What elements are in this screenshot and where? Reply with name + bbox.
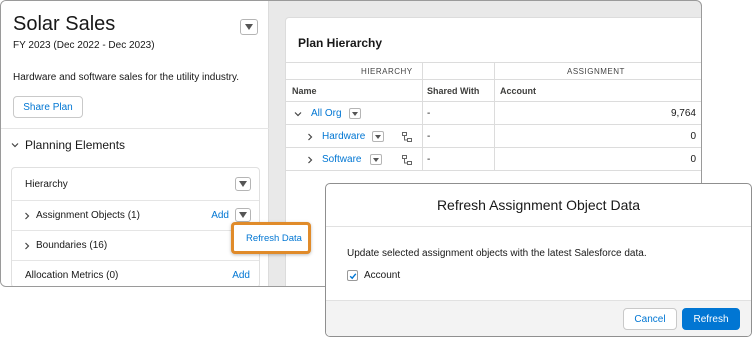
account-value: 9,764 [670, 108, 696, 119]
hierarchy-icon[interactable] [402, 155, 412, 165]
plan-hierarchy-title: Plan Hierarchy [298, 36, 383, 50]
chevron-right-icon[interactable] [306, 133, 314, 141]
add-assignment-object-link[interactable]: Add [211, 210, 229, 221]
page-title: Solar Sales [13, 13, 116, 35]
shared-with-value: - [427, 154, 431, 165]
assignment-objects-menu-button[interactable] [235, 208, 251, 222]
row-menu-button[interactable] [349, 108, 361, 119]
account-checkbox-row[interactable]: Account [347, 270, 400, 281]
chevron-right-icon[interactable] [306, 156, 314, 164]
title-menu-button[interactable] [240, 19, 258, 35]
refresh-modal: Refresh Assignment Object Data Update se… [325, 183, 752, 337]
plan-description: Hardware and software sales for the util… [13, 72, 240, 83]
chevron-down-icon [245, 24, 253, 30]
list-item-label: Assignment Objects (1) [36, 210, 140, 221]
planning-elements-card: Hierarchy Assignment Objects (1) Add Bou… [11, 167, 260, 286]
list-item-label: Allocation Metrics (0) [25, 270, 119, 281]
chevron-right-icon [25, 242, 30, 250]
group-label-assignment: ASSIGNMENT [567, 67, 625, 76]
account-value: 0 [690, 131, 696, 142]
chevron-down-icon [239, 181, 247, 187]
account-checkbox[interactable] [347, 270, 358, 281]
modal-header: Refresh Assignment Object Data [326, 184, 751, 227]
chevron-down-icon [375, 134, 381, 139]
add-allocation-metric-link[interactable]: Add [232, 270, 250, 281]
list-item-label: Hierarchy [25, 179, 68, 190]
row-name-link[interactable]: All Org [311, 108, 342, 119]
chevron-down-icon[interactable] [294, 110, 302, 118]
refresh-button[interactable]: Refresh [682, 308, 740, 330]
list-item-boundaries[interactable]: Boundaries (16) A [12, 231, 259, 261]
cancel-button[interactable]: Cancel [623, 308, 677, 330]
column-header-shared-with[interactable]: Shared With [427, 86, 479, 96]
list-item-assignment-objects[interactable]: Assignment Objects (1) Add [12, 201, 259, 231]
divider [1, 128, 269, 129]
hierarchy-icon[interactable] [402, 132, 412, 142]
row-menu-button[interactable] [370, 154, 382, 165]
refresh-data-menu-item[interactable]: Refresh Data [246, 233, 302, 244]
share-plan-button[interactable]: Share Plan [13, 96, 83, 118]
modal-title: Refresh Assignment Object Data [436, 197, 641, 213]
table-row[interactable]: All Org - 9,764 [286, 102, 701, 125]
fiscal-period: FY 2023 (Dec 2022 - Dec 2023) [13, 40, 155, 51]
account-value: 0 [690, 154, 696, 165]
row-menu-button[interactable] [372, 131, 384, 142]
column-header-account[interactable]: Account [500, 86, 536, 96]
modal-footer: Cancel Refresh [326, 300, 751, 336]
list-item-allocation-metrics[interactable]: Allocation Metrics (0) Add [12, 261, 259, 286]
list-item-hierarchy[interactable]: Hierarchy [12, 168, 259, 201]
refresh-data-menu: Refresh Data [231, 222, 311, 254]
list-item-label: Boundaries (16) [36, 240, 108, 251]
planning-elements-label: Planning Elements [25, 138, 126, 152]
planning-elements-header[interactable]: Planning Elements [11, 138, 125, 152]
hierarchy-menu-button[interactable] [235, 177, 251, 191]
chevron-down-icon [239, 212, 247, 218]
group-label-hierarchy: HIERARCHY [361, 67, 413, 76]
table-row[interactable]: Software - 0 [286, 148, 701, 171]
chevron-right-icon [25, 212, 30, 220]
column-header-name[interactable]: Name [292, 86, 317, 96]
checkbox-label: Account [364, 270, 401, 281]
chevron-down-icon [373, 157, 379, 162]
row-name-link[interactable]: Hardware [322, 131, 365, 142]
chevron-down-icon [11, 143, 19, 148]
shared-with-value: - [427, 131, 431, 142]
chevron-down-icon [352, 111, 358, 116]
row-name-link[interactable]: Software [322, 154, 361, 165]
modal-description: Update selected assignment objects with … [347, 248, 647, 259]
checkmark-icon [349, 272, 356, 279]
plan-details-panel: Solar Sales FY 2023 (Dec 2022 - Dec 2023… [1, 1, 269, 286]
shared-with-value: - [427, 108, 431, 119]
table-row[interactable]: Hardware - 0 [286, 125, 701, 148]
